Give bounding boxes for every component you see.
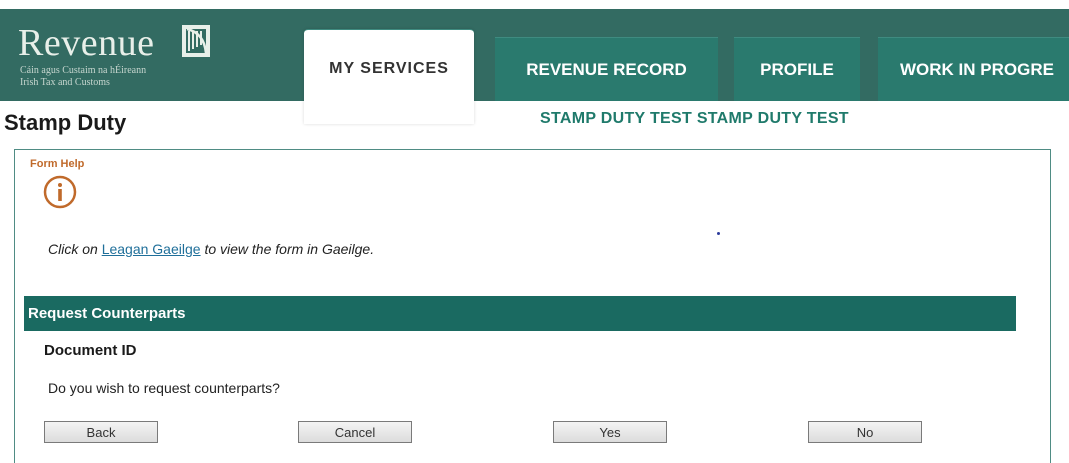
- tab-profile[interactable]: PROFILE: [734, 37, 860, 101]
- form-help-label: Form Help: [30, 158, 85, 170]
- tab-label: WORK IN PROGRE: [900, 59, 1054, 79]
- leagan-gaeilge-link[interactable]: Leagan Gaeilge: [102, 241, 201, 257]
- counterparts-question: Do you wish to request counterparts?: [48, 380, 280, 396]
- help-text-suffix: to view the form in Gaeilge.: [200, 241, 375, 257]
- tab-label: REVENUE RECORD: [526, 59, 687, 79]
- help-text: Click on Leagan Gaeilge to view the form…: [48, 241, 374, 257]
- revenue-logo-text: Revenue: [18, 22, 155, 64]
- tab-label: PROFILE: [760, 59, 834, 79]
- top-clipped-strip: [0, 0, 1069, 9]
- logo-subtitle-english: Irish Tax and Customs: [20, 77, 110, 88]
- stray-dot: [717, 232, 720, 235]
- tab-label: MY SERVICES: [329, 60, 449, 77]
- section-header: Request Counterparts: [24, 296, 1016, 331]
- logo-subtitle-irish: Cáin agus Custaim na hÉireann: [20, 65, 147, 76]
- test-environment-banner: STAMP DUTY TEST STAMP DUTY TEST: [540, 110, 849, 127]
- cancel-button[interactable]: Cancel: [298, 421, 412, 443]
- tab-my-services[interactable]: MY SERVICES: [304, 29, 474, 124]
- tab-work-in-progress[interactable]: WORK IN PROGRE: [878, 37, 1069, 101]
- page-title: Stamp Duty: [4, 110, 127, 135]
- logo-subtitle: Cáin agus Custaim na hÉireann Irish Tax …: [20, 65, 146, 89]
- info-icon[interactable]: [43, 175, 77, 209]
- no-button[interactable]: No: [808, 421, 922, 443]
- help-text-prefix: Click on: [48, 241, 102, 257]
- document-id-label: Document ID: [44, 342, 137, 359]
- harp-logo-icon: [182, 25, 210, 57]
- yes-button[interactable]: Yes: [553, 421, 667, 443]
- tab-revenue-record[interactable]: REVENUE RECORD: [495, 37, 718, 101]
- back-button[interactable]: Back: [44, 421, 158, 443]
